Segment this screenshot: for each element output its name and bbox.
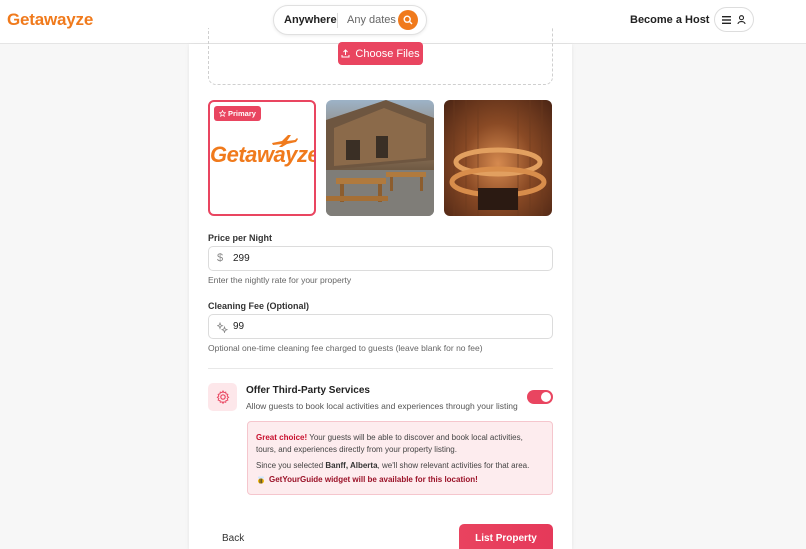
user-menu-button[interactable] (714, 7, 754, 32)
choose-files-button[interactable]: Choose Files (338, 42, 423, 65)
info-line-4: GetYourGuide widget will be available fo… (256, 474, 478, 486)
cleaning-fee-label: Cleaning Fee (Optional) (208, 301, 310, 311)
photo-logo-text: Getawayze (210, 142, 316, 167)
price-helper-text: Enter the nightly rate for your property (208, 275, 352, 285)
info-line-3-suffix: , we'll show relevant activities for tha… (377, 461, 530, 470)
sparkle-icon (217, 322, 228, 333)
photo-thumbnail-primary[interactable]: Primary Getawayze (208, 100, 316, 216)
back-button[interactable]: Back (222, 533, 244, 544)
photo-thumbnail[interactable] (444, 100, 552, 216)
dollar-icon: $ (217, 252, 224, 264)
services-subtitle: Allow guests to book local activities an… (246, 401, 518, 411)
become-host-link[interactable]: Become a Host (630, 14, 709, 26)
price-label: Price per Night (208, 233, 273, 243)
search-dates[interactable]: Any dates (347, 14, 396, 26)
upload-icon (341, 49, 350, 58)
list-property-button[interactable]: List Property (459, 524, 553, 549)
great-choice-text: Great choice! (256, 433, 308, 442)
price-input[interactable]: $ 299 (208, 246, 553, 271)
star-icon (219, 110, 226, 117)
primary-badge: Primary (214, 106, 261, 121)
user-icon (737, 15, 746, 24)
sauna-photo (449, 100, 547, 216)
toggle-knob (541, 392, 551, 402)
services-icon-box (208, 383, 237, 411)
info-line-1: Great choice! Your guests will be able t… (256, 432, 523, 444)
primary-badge-label: Primary (228, 109, 256, 118)
location-text: Banff, Alberta (325, 461, 378, 470)
info-line-3-prefix: Since you selected (256, 461, 326, 470)
widget-note: GetYourGuide widget will be available fo… (269, 475, 478, 484)
info-line-2: tours, and experiences directly from you… (256, 445, 457, 454)
services-toggle[interactable] (527, 390, 553, 404)
logo[interactable]: Getawayze (7, 10, 93, 30)
photo-thumbnail[interactable] (326, 100, 434, 216)
info-line-1-text: Your guests will be able to discover and… (307, 433, 523, 442)
search-button[interactable] (398, 10, 418, 30)
services-info-box: Great choice! Your guests will be able t… (247, 421, 553, 495)
choose-files-label: Choose Files (355, 47, 420, 60)
search-divider (337, 13, 338, 28)
search-icon (403, 15, 413, 25)
search-location[interactable]: Anywhere (284, 14, 337, 26)
services-title: Offer Third-Party Services (246, 385, 370, 396)
hamburger-icon (722, 15, 731, 24)
cleaning-fee-input[interactable]: 99 (208, 314, 553, 339)
patio-photo (326, 100, 434, 216)
bee-icon (257, 476, 265, 484)
info-line-3: Since you selected Banff, Alberta, we'll… (256, 460, 529, 472)
cleaning-fee-value: 99 (233, 321, 245, 332)
cleaning-fee-helper-text: Optional one-time cleaning fee charged t… (208, 343, 483, 353)
price-value: 299 (233, 253, 250, 264)
gear-icon (216, 390, 229, 404)
section-divider (208, 368, 553, 369)
